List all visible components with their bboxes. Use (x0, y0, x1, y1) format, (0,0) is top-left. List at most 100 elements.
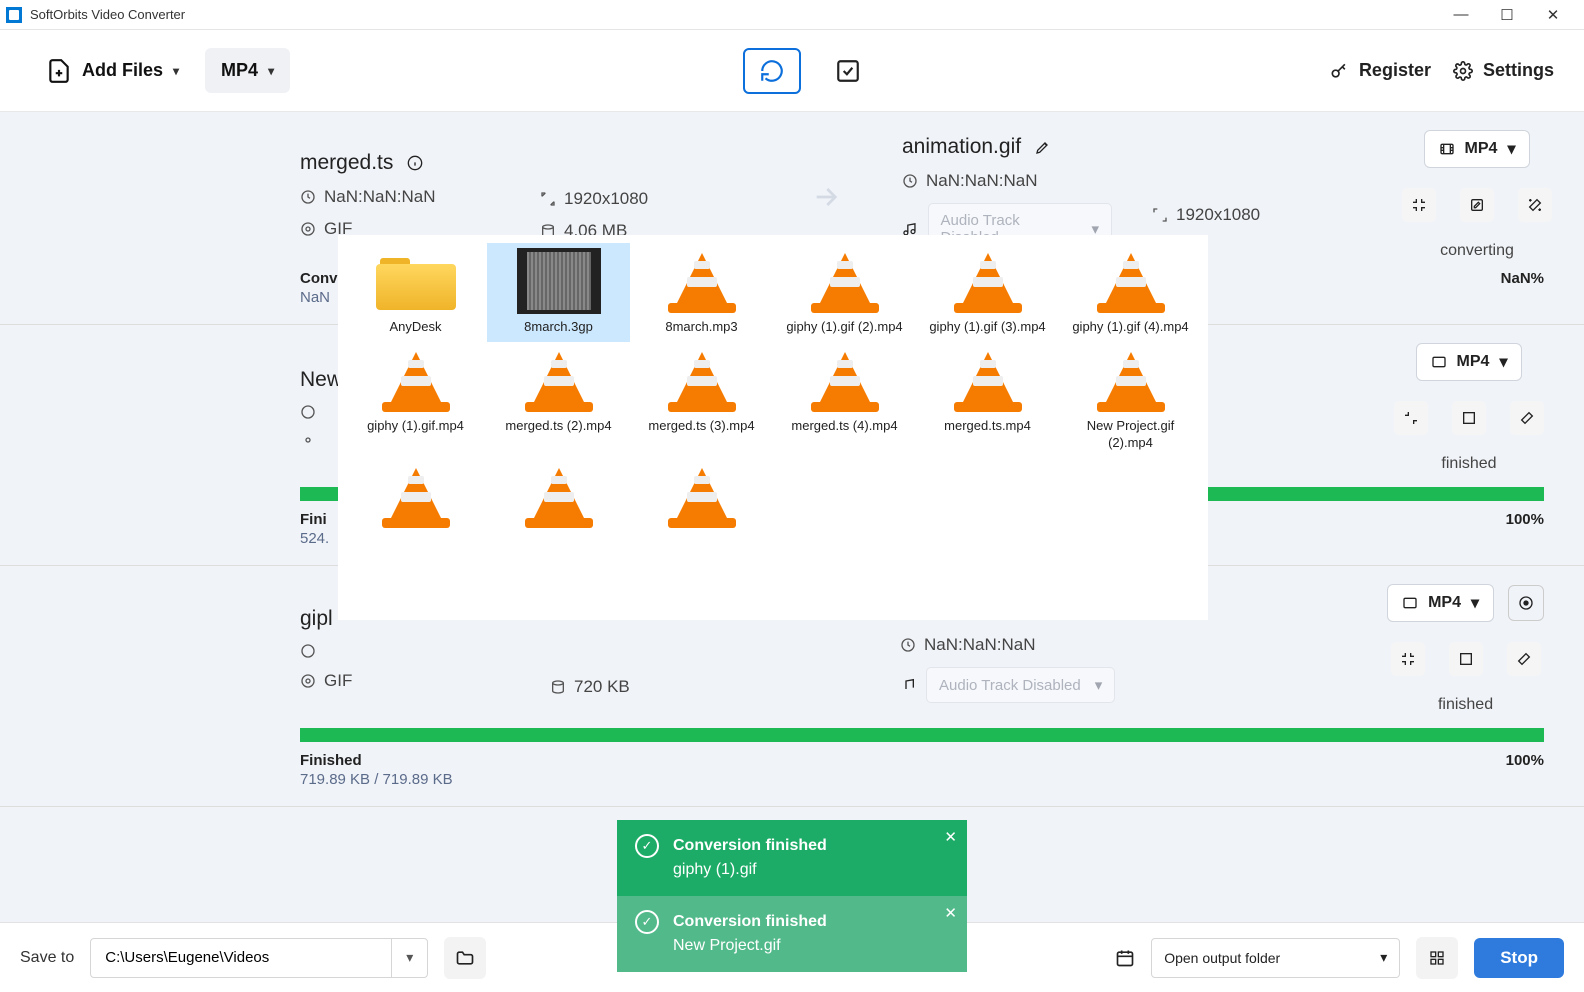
compress-button[interactable] (1402, 188, 1436, 222)
settings-button[interactable]: Settings (1453, 60, 1554, 81)
gear-icon (300, 673, 316, 689)
toast-close-button[interactable]: ✕ (944, 904, 957, 922)
grid-icon (1429, 950, 1445, 966)
expand-icon (1152, 207, 1168, 223)
clock-icon (300, 189, 316, 205)
toast-title: Conversion finished (673, 910, 827, 934)
toast-file: New Project.gif (673, 934, 827, 958)
item-format-button[interactable]: MP4 ▾ (1424, 130, 1531, 168)
file-browser-item[interactable]: merged.ts (3).mp4 (630, 342, 773, 458)
info-icon[interactable] (407, 155, 423, 171)
file-browser-item[interactable]: AnyDesk (344, 243, 487, 342)
file-browser-item[interactable]: merged.ts (2).mp4 (487, 342, 630, 458)
minimize-button[interactable]: — (1448, 2, 1474, 28)
chevron-down-icon[interactable]: ▾ (391, 939, 427, 977)
compress-button[interactable] (1394, 401, 1428, 435)
vlc-cone-icon (521, 348, 597, 412)
target-icon (1518, 595, 1534, 611)
vlc-cone-icon (521, 464, 597, 528)
toast-file: giphy (1).gif (673, 858, 827, 882)
item-format-button[interactable]: MP4▾ (1387, 584, 1494, 622)
audio-track-select[interactable]: Audio Track Disabled▾ (900, 667, 1115, 703)
source-duration (300, 643, 510, 659)
clock-icon (900, 637, 916, 653)
apply-all-button[interactable] (819, 48, 877, 94)
add-files-button[interactable]: Add Files ▾ (30, 46, 195, 96)
toast-notification: ✓ Conversion finished New Project.gif ✕ (617, 896, 967, 972)
vlc-cone-icon (664, 249, 740, 313)
refresh-icon (759, 58, 785, 84)
output-format-label: MP4 (221, 60, 258, 81)
progress-percent: 100% (1506, 752, 1544, 769)
expand-icon (540, 191, 556, 207)
progress-size: 719.89 KB / 719.89 KB (300, 771, 453, 788)
file-browser-item[interactable]: giphy (1).gif (2).mp4 (773, 243, 916, 342)
file-browser-item[interactable]: 8march.3gp (487, 243, 630, 342)
stop-button[interactable]: Stop (1474, 938, 1564, 978)
close-button[interactable]: ✕ (1540, 2, 1566, 28)
file-browser-item[interactable]: giphy (1).gif (4).mp4 (1059, 243, 1202, 342)
add-file-icon (46, 58, 72, 84)
folder-icon (455, 948, 475, 968)
file-browser-item[interactable]: 8march.mp3 (630, 243, 773, 342)
file-browser-item[interactable] (344, 458, 487, 540)
file-browser-item[interactable]: giphy (1).gif (3).mp4 (916, 243, 1059, 342)
arrow-right-icon (810, 174, 842, 216)
maximize-button[interactable]: ☐ (1494, 2, 1520, 28)
wand-icon (1527, 197, 1543, 213)
file-browser-item[interactable]: New Project.gif (2).mp4 (1059, 342, 1202, 458)
source-resolution: 1920x1080 (540, 189, 750, 209)
target-resolution: 1920x1080 (1152, 205, 1362, 225)
edit-button[interactable] (1449, 642, 1483, 676)
file-label: giphy (1).gif (3).mp4 (920, 319, 1055, 336)
refresh-button[interactable] (743, 48, 801, 94)
vlc-cone-icon (807, 348, 883, 412)
edit-icon[interactable] (1035, 139, 1051, 155)
effects-button[interactable] (1518, 188, 1552, 222)
toast-close-button[interactable]: ✕ (944, 828, 957, 846)
item-format-button[interactable]: MP4▾ (1416, 343, 1523, 381)
open-output-label: Open output folder (1164, 950, 1280, 966)
file-label: New Project.gif (2).mp4 (1063, 418, 1198, 452)
target-duration: NaN:NaN:NaN (902, 171, 1112, 191)
toast-stack: ✓ Conversion finished giphy (1).gif ✕ ✓ … (617, 820, 967, 972)
progress-percent: 100% (1506, 511, 1544, 528)
clock-icon (902, 173, 918, 189)
browse-folder-button[interactable] (444, 937, 486, 979)
save-to-label: Save to (20, 949, 74, 967)
toast-title: Conversion finished (673, 834, 827, 858)
file-browser-item[interactable]: merged.ts.mp4 (916, 342, 1059, 458)
toolbar: Add Files ▾ MP4 ▾ Register Settings (0, 30, 1584, 112)
edit-button[interactable] (1452, 401, 1486, 435)
save-path-input[interactable] (91, 949, 391, 966)
edit-button[interactable] (1460, 188, 1494, 222)
grid-view-button[interactable] (1416, 937, 1458, 979)
vlc-cone-icon (378, 464, 454, 528)
effects-button[interactable] (1507, 642, 1541, 676)
effects-button[interactable] (1510, 401, 1544, 435)
item-status: finished (1441, 455, 1496, 473)
save-path-combo[interactable]: ▾ (90, 938, 428, 978)
source-size: 720 KB (550, 677, 760, 697)
file-browser-item[interactable] (487, 458, 630, 540)
calendar-icon[interactable] (1115, 948, 1135, 968)
window-controls: — ☐ ✕ (1448, 2, 1578, 28)
compress-button[interactable] (1391, 642, 1425, 676)
check-icon: ✓ (635, 910, 659, 934)
register-label: Register (1359, 60, 1431, 81)
file-label: giphy (1).gif.mp4 (348, 418, 483, 435)
file-browser-item[interactable]: giphy (1).gif.mp4 (344, 342, 487, 458)
gear-icon (1453, 61, 1473, 81)
file-browser-item[interactable]: merged.ts (4).mp4 (773, 342, 916, 458)
target-file-name: animation.gif (902, 135, 1112, 159)
chevron-down-icon: ▾ (1380, 949, 1387, 966)
record-button[interactable] (1508, 585, 1544, 621)
register-button[interactable]: Register (1329, 60, 1431, 81)
toast-notification: ✓ Conversion finished giphy (1).gif ✕ (617, 820, 967, 896)
output-format-button[interactable]: MP4 ▾ (205, 48, 290, 93)
open-output-combo[interactable]: Open output folder ▾ (1151, 938, 1400, 978)
file-label: AnyDesk (348, 319, 483, 336)
file-browser-item[interactable] (630, 458, 773, 540)
chevron-down-icon: ▾ (268, 64, 274, 78)
vlc-cone-icon (950, 249, 1026, 313)
